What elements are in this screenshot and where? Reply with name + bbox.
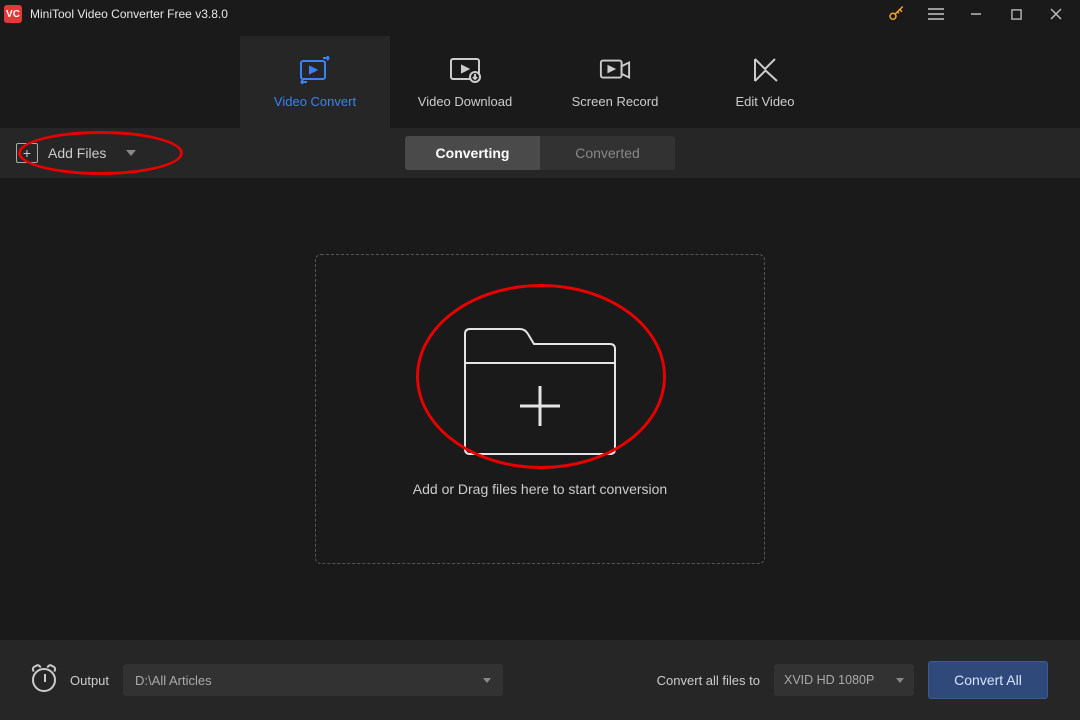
convert-all-label: Convert all files to — [657, 673, 760, 688]
output-path-select[interactable]: D:\All Articles — [123, 664, 503, 696]
maximize-button[interactable] — [996, 0, 1036, 28]
tab-edit-video[interactable]: Edit Video — [690, 36, 840, 128]
output-path-value: D:\All Articles — [135, 673, 212, 688]
edit-icon — [749, 56, 781, 84]
file-dropzone[interactable]: Add or Drag files here to start conversi… — [315, 254, 765, 564]
download-icon — [449, 56, 481, 84]
key-icon[interactable] — [876, 0, 916, 28]
chevron-down-icon — [896, 678, 904, 683]
app-logo: VC — [4, 5, 22, 23]
tab-video-download[interactable]: Video Download — [390, 36, 540, 128]
output-label: Output — [70, 673, 109, 688]
output-format-select[interactable]: XVID HD 1080P — [774, 664, 914, 696]
window-title: MiniTool Video Converter Free v3.8.0 — [30, 7, 228, 21]
hamburger-icon[interactable] — [916, 0, 956, 28]
dropzone-hint: Add or Drag files here to start conversi… — [413, 481, 667, 497]
chevron-down-icon — [483, 678, 491, 683]
add-files-button[interactable]: + Add Files — [16, 143, 136, 163]
tab-video-convert[interactable]: Video Convert — [240, 36, 390, 128]
tab-screen-record[interactable]: Screen Record — [540, 36, 690, 128]
minimize-button[interactable] — [956, 0, 996, 28]
close-button[interactable] — [1036, 0, 1076, 28]
convert-icon — [299, 56, 331, 84]
tab-label: Video Convert — [274, 94, 356, 109]
add-file-icon: + — [16, 143, 38, 163]
toolbar: + Add Files Converting Converted — [0, 128, 1080, 178]
folder-plus-icon — [455, 321, 625, 461]
conversion-state-tabs: Converting Converted — [405, 136, 675, 170]
chevron-down-icon — [126, 150, 136, 156]
main-nav: Video Convert Video Download Screen Reco… — [0, 28, 1080, 128]
tab-label: Video Download — [418, 94, 512, 109]
add-files-label: Add Files — [48, 145, 106, 161]
tab-label: Edit Video — [735, 94, 794, 109]
workspace: Add or Drag files here to start conversi… — [0, 178, 1080, 640]
tab-converting[interactable]: Converting — [405, 136, 540, 170]
record-icon — [599, 56, 631, 84]
footer: Output D:\All Articles Convert all files… — [0, 640, 1080, 720]
schedule-icon[interactable] — [32, 668, 56, 692]
titlebar: VC MiniTool Video Converter Free v3.8.0 — [0, 0, 1080, 28]
output-format-value: XVID HD 1080P — [784, 673, 874, 687]
convert-all-button[interactable]: Convert All — [928, 661, 1048, 699]
tab-label: Screen Record — [572, 94, 659, 109]
tab-converted[interactable]: Converted — [540, 136, 675, 170]
